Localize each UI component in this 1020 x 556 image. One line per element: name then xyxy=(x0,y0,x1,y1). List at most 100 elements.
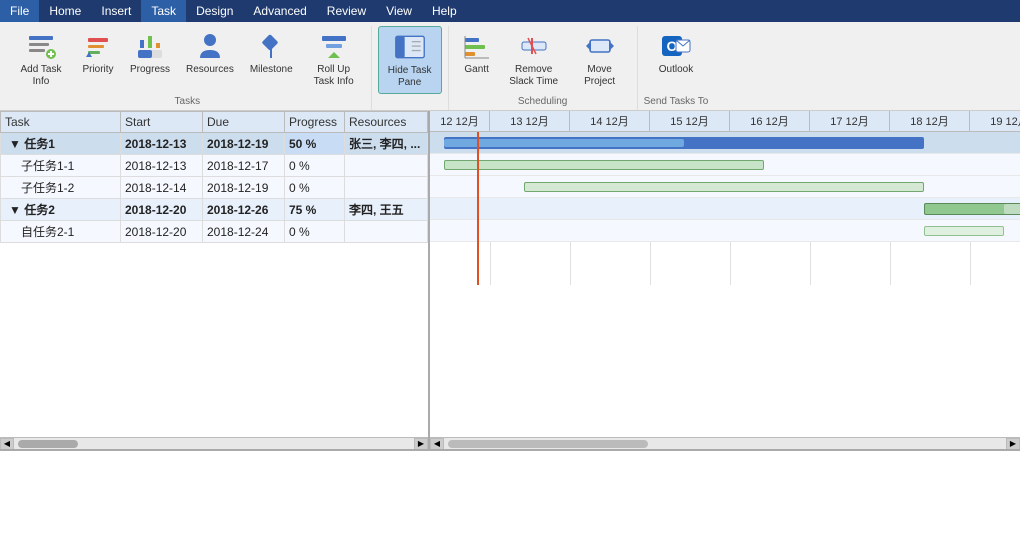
menu-task[interactable]: Task xyxy=(141,0,186,22)
gantt-col-1812: 18 12月 xyxy=(890,111,970,131)
main-area: Task Start Due Progress Resources ▼ 任务1 … xyxy=(0,111,1020,451)
move-project-label: Move Project xyxy=(575,64,625,88)
menu-view[interactable]: View xyxy=(376,0,422,22)
send-group-label: Send Tasks To xyxy=(644,96,709,110)
menu-file[interactable]: File xyxy=(0,0,39,22)
task-start: 2018-12-13 xyxy=(121,133,203,155)
gantt-row-sub21[interactable] xyxy=(430,220,1020,242)
col-progress: Progress xyxy=(285,112,345,133)
ribbon-group-items-tasks: Add Task Info Priority Progress xyxy=(10,26,365,96)
hide-task-pane-button[interactable]: Hide Task Pane xyxy=(378,26,442,94)
outlook-button[interactable]: O Outlook xyxy=(653,26,699,80)
gantt-col-1412: 14 12月 xyxy=(570,111,650,131)
gantt-scroll-right[interactable]: ▶ xyxy=(1006,438,1020,450)
remove-slack-label: Remove Slack Time xyxy=(509,64,559,88)
task-progress: 0 % xyxy=(285,221,345,243)
priority-button[interactable]: Priority xyxy=(76,26,120,80)
progress-button[interactable]: Progress xyxy=(124,26,176,80)
task-progress: 75 % xyxy=(285,199,345,221)
table-row[interactable]: ▼ 任务1 2018-12-13 2018-12-19 50 % 张三, 李四,… xyxy=(1,133,428,155)
milestone-label: Milestone xyxy=(250,64,293,76)
rollup-icon xyxy=(318,30,350,62)
menu-design[interactable]: Design xyxy=(186,0,243,22)
task-table: Task Start Due Progress Resources ▼ 任务1 … xyxy=(0,111,428,243)
scrollbar-thumb[interactable] xyxy=(18,440,78,448)
add-task-info-button[interactable]: Add Task Info xyxy=(10,26,72,92)
col-resources: Resources xyxy=(345,112,428,133)
gantt-bar-task1-progress xyxy=(444,139,684,147)
gantt-scroll-left[interactable]: ◀ xyxy=(430,438,444,450)
table-row[interactable]: 子任务1-2 2018-12-14 2018-12-19 0 % xyxy=(1,177,428,199)
milestone-button[interactable]: Milestone xyxy=(244,26,299,80)
task-start: 2018-12-14 xyxy=(121,177,203,199)
gantt-area: 12 12月 13 12月 14 12月 15 12月 16 12月 17 12… xyxy=(430,111,1020,449)
menu-advanced[interactable]: Advanced xyxy=(243,0,316,22)
ribbon-group-items-send: O Outlook xyxy=(653,26,699,96)
tasks-group-label: Tasks xyxy=(10,96,365,110)
task-start: 2018-12-20 xyxy=(121,221,203,243)
gantt-button[interactable]: Gantt xyxy=(455,26,499,80)
ribbon-group-tasks: Add Task Info Priority Progress xyxy=(4,26,372,110)
task-due: 2018-12-17 xyxy=(203,155,285,177)
remove-slack-icon xyxy=(518,30,550,62)
gantt-scrollbar-thumb[interactable] xyxy=(448,440,648,448)
task-start: 2018-12-13 xyxy=(121,155,203,177)
col-start: Start xyxy=(121,112,203,133)
gantt-icon xyxy=(461,30,493,62)
pane-group-label xyxy=(378,96,442,110)
task-table-wrap: Task Start Due Progress Resources ▼ 任务1 … xyxy=(0,111,430,449)
task-resources: 张三, 李四, ... xyxy=(345,133,428,155)
table-scrollbar[interactable]: ◀ ▶ xyxy=(0,437,428,449)
move-project-icon xyxy=(584,30,616,62)
resources-button[interactable]: Resources xyxy=(180,26,240,80)
rollup-label: Roll Up Task Info xyxy=(309,64,359,88)
gantt-row-task1[interactable] xyxy=(430,132,1020,154)
gantt-header: 12 12月 13 12月 14 12月 15 12月 16 12月 17 12… xyxy=(430,111,1020,132)
ribbon-group-scheduling: Gantt Remove Slack Time Move Project xyxy=(449,26,638,110)
menu-help[interactable]: Help xyxy=(422,0,467,22)
table-row[interactable]: 自任务2-1 2018-12-20 2018-12-24 0 % xyxy=(1,221,428,243)
task-due: 2018-12-24 xyxy=(203,221,285,243)
priority-icon xyxy=(82,30,114,62)
ribbon-group-items-pane: Hide Task Pane xyxy=(378,26,442,96)
rollup-button[interactable]: Roll Up Task Info xyxy=(303,26,365,92)
outlook-label: Outlook xyxy=(659,64,693,76)
ribbon: Add Task Info Priority Progress xyxy=(0,22,1020,111)
ribbon-group-pane: Hide Task Pane xyxy=(372,26,449,110)
task-progress[interactable]: 50 % xyxy=(285,133,345,155)
table-row[interactable]: ▼ 任务2 2018-12-20 2018-12-26 75 % 李四, 王五 xyxy=(1,199,428,221)
move-project-button[interactable]: Move Project xyxy=(569,26,631,92)
add-task-info-label: Add Task Info xyxy=(16,64,66,88)
scroll-left[interactable]: ◀ xyxy=(0,438,14,450)
menu-review[interactable]: Review xyxy=(317,0,376,22)
resources-icon xyxy=(194,30,226,62)
menu-home[interactable]: Home xyxy=(39,0,91,22)
ribbon-content: Add Task Info Priority Progress xyxy=(0,22,1020,110)
gantt-col-1512: 15 12月 xyxy=(650,111,730,131)
col-task: Task xyxy=(1,112,121,133)
gantt-row-sub12[interactable] xyxy=(430,176,1020,198)
progress-icon xyxy=(134,30,166,62)
gantt-row-sub11[interactable] xyxy=(430,154,1020,176)
table-row[interactable]: 子任务1-1 2018-12-13 2018-12-17 0 % xyxy=(1,155,428,177)
menu-insert[interactable]: Insert xyxy=(91,0,141,22)
priority-label: Priority xyxy=(82,64,113,76)
task-resources xyxy=(345,221,428,243)
ribbon-group-send: O Outlook Send Tasks To xyxy=(638,26,715,110)
gantt-row-task2[interactable] xyxy=(430,198,1020,220)
resources-label: Resources xyxy=(186,64,234,76)
remove-slack-button[interactable]: Remove Slack Time xyxy=(503,26,565,92)
scheduling-group-label: Scheduling xyxy=(455,96,631,110)
task-resources: 李四, 王五 xyxy=(345,199,428,221)
gantt-scrollbar[interactable]: ◀ ▶ xyxy=(430,437,1020,449)
gantt-bar-sub11 xyxy=(444,160,764,170)
task-progress: 0 % xyxy=(285,177,345,199)
task-resources xyxy=(345,177,428,199)
task-due: 2018-12-26 xyxy=(203,199,285,221)
scroll-right[interactable]: ▶ xyxy=(414,438,428,450)
today-line xyxy=(477,132,479,285)
col-due: Due xyxy=(203,112,285,133)
add-task-icon xyxy=(25,30,57,62)
gantt-col-1612: 16 12月 xyxy=(730,111,810,131)
gantt-bar-sub21 xyxy=(924,226,1004,236)
